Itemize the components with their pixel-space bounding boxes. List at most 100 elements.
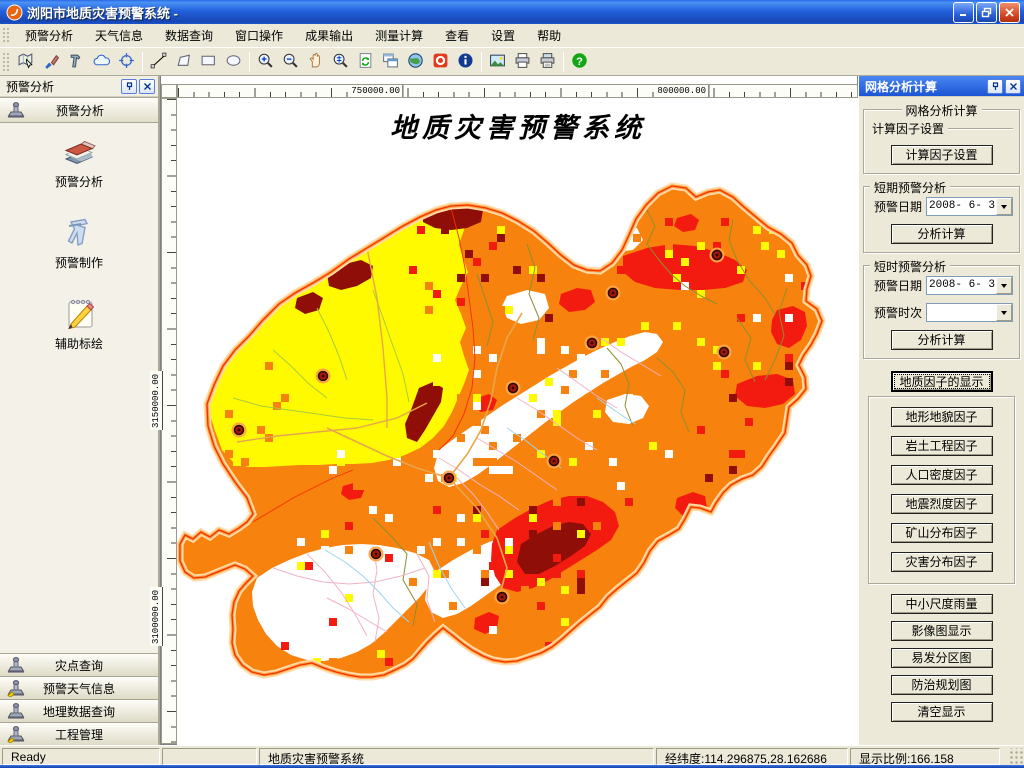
nav-item-2[interactable]: 预警制作 — [0, 212, 158, 271]
bottom-bar-4[interactable]: 工程管理 — [0, 722, 158, 745]
factor-button-2[interactable]: 岩土工程因子 — [890, 436, 993, 456]
pan-button[interactable] — [303, 50, 328, 74]
menu-item-9[interactable]: 帮助 — [526, 23, 572, 48]
line-icon — [150, 52, 167, 72]
toolbar-separator — [249, 51, 250, 72]
town-marker[interactable] — [605, 285, 621, 301]
extra-button-1[interactable]: 中小尺度雨量 — [890, 594, 993, 614]
short-term-date-value: 2008- 6- 3 — [929, 200, 996, 212]
help-button[interactable]: ? — [567, 50, 592, 74]
vertical-ruler: 3150000.00 3100000.00 — [150, 98, 177, 744]
main-area: 预警分析 预警分析 预警分析预警制作辅助标绘 灾点查询 预警天气信息 地理数据查询工… — [0, 76, 1024, 745]
minimize-button[interactable] — [953, 1, 974, 23]
short-term-analyze-button[interactable]: 分析计算 — [890, 224, 993, 244]
map-title: 地质灾害预警系统 — [390, 113, 646, 144]
town-marker[interactable] — [441, 470, 457, 486]
town-marker[interactable] — [368, 546, 384, 562]
factor-button-6[interactable]: 灾害分布因子 — [890, 552, 993, 572]
bottom-bar-1[interactable]: 灾点查询 — [0, 653, 158, 676]
factor-button-group: 地形地貌因子 岩土工程因子 人口密度因子 地震烈度因子 矿山分布因子 灾害分布因子 — [868, 396, 1015, 584]
menu-item-6[interactable]: 测量计算 — [364, 23, 434, 48]
print-preview-button[interactable] — [535, 50, 560, 74]
short-time-date-combobox[interactable]: 2008- 6- 3 — [926, 276, 1013, 295]
toolbar-grip[interactable] — [2, 52, 10, 71]
chevron-down-icon[interactable] — [996, 277, 1012, 294]
chevron-down-icon[interactable] — [996, 304, 1012, 321]
info-button[interactable] — [453, 50, 478, 74]
nav-item-3[interactable]: 辅助标绘 — [0, 293, 158, 352]
ellipse-button[interactable] — [221, 50, 246, 74]
extra-button-2[interactable]: 影像图显示 — [890, 621, 993, 641]
globe-button[interactable] — [403, 50, 428, 74]
cloud-button[interactable] — [89, 50, 114, 74]
zoom-extent-button[interactable] — [328, 50, 353, 74]
record-icon — [432, 52, 449, 72]
left-panel-title: 预警分析 — [6, 79, 55, 94]
town-marker[interactable] — [709, 247, 725, 263]
bottom-bar-2[interactable]: 预警天气信息 — [0, 676, 158, 699]
short-term-date-combobox[interactable]: 2008- 6- 3 — [926, 197, 1013, 216]
stamp-icon — [6, 702, 26, 720]
extra-button-4[interactable]: 防治规划图 — [890, 675, 993, 695]
locate-icon — [118, 52, 135, 72]
town-marker[interactable] — [584, 335, 600, 351]
paint-button[interactable] — [39, 50, 64, 74]
extra-button-5[interactable]: 清空显示 — [890, 702, 993, 722]
geo-factor-display-button[interactable]: 地质因子的显示 — [890, 371, 993, 392]
line-button[interactable] — [146, 50, 171, 74]
zoom-in-button[interactable] — [253, 50, 278, 74]
toolbar: ? — [0, 48, 1024, 76]
factor-button-5[interactable]: 矿山分布因子 — [890, 523, 993, 543]
layers-button[interactable] — [378, 50, 403, 74]
nav-item-1[interactable]: 预警分析 — [0, 131, 158, 190]
factor-button-1[interactable]: 地形地貌因子 — [890, 407, 993, 427]
menu-item-8[interactable]: 设置 — [480, 23, 526, 48]
stamp2-icon — [6, 679, 26, 698]
left-panel-pin-button[interactable] — [121, 78, 137, 94]
menu-item-4[interactable]: 窗口操作 — [224, 23, 294, 48]
print-button[interactable] — [510, 50, 535, 74]
left-panel-close-button[interactable] — [139, 78, 155, 94]
right-panel-close-button[interactable] — [1005, 78, 1021, 94]
town-marker[interactable] — [315, 368, 331, 384]
town-marker[interactable] — [505, 380, 521, 396]
polygon-button[interactable] — [171, 50, 196, 74]
menu-grip[interactable] — [2, 27, 10, 44]
menu-item-3[interactable]: 数据查询 — [154, 23, 224, 48]
restore-button[interactable] — [976, 1, 997, 23]
map-select-button[interactable] — [14, 50, 39, 74]
print-icon — [514, 52, 531, 72]
status-ready: Ready — [2, 748, 160, 765]
chevron-down-icon[interactable] — [996, 198, 1012, 215]
menu-item-5[interactable]: 成果输出 — [294, 23, 364, 48]
bottom-bar-3[interactable]: 地理数据查询 — [0, 699, 158, 722]
resize-grip[interactable] — [1008, 748, 1024, 765]
town-marker[interactable] — [231, 422, 247, 438]
town-marker[interactable] — [494, 589, 510, 605]
short-time-period-combobox[interactable] — [926, 303, 1013, 322]
town-marker[interactable] — [546, 453, 562, 469]
menu-item-7[interactable]: 查看 — [434, 23, 480, 48]
rectangle-button[interactable] — [196, 50, 221, 74]
left-panel-section-header[interactable]: 预警分析 — [0, 97, 158, 123]
hammer-button[interactable] — [64, 50, 89, 74]
status-empty — [162, 748, 257, 765]
town-marker[interactable] — [716, 344, 732, 360]
close-button[interactable] — [999, 1, 1020, 23]
short-time-analyze-button[interactable]: 分析计算 — [890, 330, 993, 350]
menu-item-2[interactable]: 天气信息 — [84, 23, 154, 48]
extra-button-3[interactable]: 易发分区图 — [890, 648, 993, 668]
record-button[interactable] — [428, 50, 453, 74]
image-button[interactable] — [485, 50, 510, 74]
right-panel-pin-button[interactable] — [987, 78, 1003, 94]
zoom-out-button[interactable] — [278, 50, 303, 74]
map-canvas[interactable]: 地质灾害预警系统 — [177, 98, 859, 745]
factor-button-3[interactable]: 人口密度因子 — [890, 465, 993, 485]
factor-button-4[interactable]: 地震烈度因子 — [890, 494, 993, 514]
menu-item-1[interactable]: 预警分析 — [14, 23, 84, 48]
status-app-name: 地质灾害预警系统 — [259, 748, 654, 765]
disaster-warning-map[interactable] — [177, 98, 859, 745]
refresh-button[interactable] — [353, 50, 378, 74]
locate-button[interactable] — [114, 50, 139, 74]
factor-setting-button[interactable]: 计算因子设置 — [890, 145, 993, 165]
